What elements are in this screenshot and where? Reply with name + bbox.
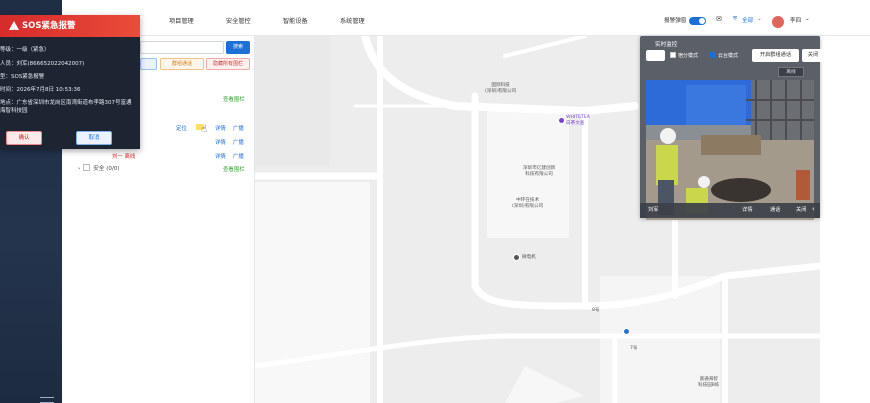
view-fence-link[interactable]: 查看围栏 (223, 95, 245, 103)
camera-select[interactable] (646, 50, 665, 61)
hide-all-fences-button[interactable]: 隐藏所有围栏 (206, 58, 250, 70)
open-group-call-button[interactable]: 开启群组通话 (752, 49, 799, 62)
expand-arrow-icon[interactable]: › (78, 166, 80, 172)
chevron-down-icon[interactable]: ⌄ (757, 16, 762, 22)
alarm-popup-toggle[interactable] (689, 17, 706, 25)
view-fence-link[interactable]: 查看围栏 (223, 165, 245, 173)
sos-time: 时间：2026年7月8日 10:53:36 (0, 87, 81, 93)
tree-checkbox[interactable] (83, 164, 91, 171)
sos-level: 等级：一级（紧急） (0, 47, 50, 53)
map-label: 富通海智 科技园B栋 (698, 377, 720, 388)
video-feed[interactable] (646, 80, 814, 220)
sos-type: 型：SOS紧急报警 (0, 74, 45, 80)
map-label: 中环在技术 (深圳)有限公司 (512, 198, 544, 209)
monitor-close-link[interactable]: 关闭 (796, 206, 806, 213)
menu-system-management[interactable]: 系统管理 (340, 16, 365, 25)
sos-title: SOS紧急报警 (22, 21, 76, 31)
split-mode-checkbox[interactable] (670, 52, 676, 58)
broadcast-link[interactable]: 广播 (233, 138, 244, 146)
map-label: 8号 (592, 308, 600, 313)
close-monitor-button[interactable]: 关闭 (802, 49, 824, 62)
broadcast-link[interactable]: 广播 (233, 124, 244, 132)
tree-item-label: 安全 (0/0) (93, 166, 120, 172)
confirm-button[interactable]: 确认 (6, 131, 42, 145)
ptz-mode-checkbox[interactable] (710, 52, 716, 58)
detail-link[interactable]: 详情 (215, 124, 226, 132)
menu-project-management[interactable]: 项目管理 (169, 16, 194, 25)
monitor-detail-link[interactable]: 详情 (742, 206, 752, 213)
map-location-pin-icon[interactable] (623, 328, 630, 335)
sos-person: 人员：刘军(866652022042007) (0, 61, 85, 67)
map-label: WHITETEA 白茶文查 (566, 115, 590, 126)
status-badge: 离线 (778, 67, 804, 77)
group-call-button[interactable]: 群组通话 (160, 58, 204, 70)
split-mode-label: 宿分模式 (678, 53, 699, 59)
search-button[interactable]: 搜索 (226, 41, 250, 54)
right-gutter (820, 36, 870, 403)
map-poi-icon[interactable] (513, 254, 520, 261)
warning-icon (9, 21, 19, 44)
avatar[interactable] (772, 16, 784, 28)
alarm-popup-label: 报警弹窗 (664, 18, 687, 24)
sos-alarm-dialog: SOS紧急报警 等级：一级（紧急） 人员：刘军(866652022042007)… (0, 15, 140, 149)
ptz-mode-label: 云台模式 (718, 53, 739, 59)
monitor-call-link[interactable]: 通话 (770, 206, 780, 213)
offline-person-text: 刘一 离线 (112, 154, 136, 160)
scope-select[interactable]: 全部 (742, 16, 753, 24)
mail-icon[interactable]: ✉ (716, 15, 722, 23)
locate-link[interactable]: 定位 (176, 124, 187, 132)
map-poi-icon[interactable] (558, 117, 565, 124)
collapse-menu-icon[interactable] (40, 397, 54, 403)
chevron-down-icon[interactable]: ⌄ (805, 16, 810, 22)
map-label: 微电机 (522, 255, 536, 260)
chevron-left-icon[interactable]: ‹ (812, 205, 815, 213)
sos-dialog-header: SOS紧急报警 (0, 15, 140, 44)
user-name[interactable]: 李四 (790, 16, 801, 24)
menu-safety-control[interactable]: 安全管控 (226, 16, 251, 25)
construction-site-image (646, 80, 814, 220)
monitor-footer: 刘军 详情 通话 关闭 ‹ (640, 203, 820, 218)
tree-item[interactable]: › 安全 (0/0) (78, 164, 120, 172)
detail-link[interactable]: 详情 (215, 152, 226, 160)
hand-cursor-icon: ☝ (201, 124, 208, 135)
realtime-monitor-window: 实时监控 宿分模式 云台模式 开启群组通话 关闭 离线 刘军 详情 通话 关闭 … (640, 36, 824, 220)
detail-link[interactable]: 详情 (215, 138, 226, 146)
map-label: 7号 (630, 346, 638, 351)
broadcast-link[interactable]: 广播 (233, 152, 244, 160)
sos-address: 地点：广东省深圳市龙岗区南湾街道布李路307号富通海智科技园 (0, 100, 132, 114)
map-label: 深圳市亿建创新 科技有限公司 (523, 166, 556, 177)
map-label: 国际科技 (深圳)有限公司 (485, 83, 517, 94)
monitor-title: 实时监控 (655, 42, 678, 48)
menu-smart-devices[interactable]: 智能设备 (283, 16, 308, 25)
cancel-button[interactable]: 取消 (76, 131, 112, 145)
search-input[interactable] (140, 41, 224, 54)
shield-icon: ⛨ (733, 16, 738, 22)
monitor-person-name: 刘军 (648, 207, 659, 213)
filter-chip[interactable] (140, 58, 157, 70)
